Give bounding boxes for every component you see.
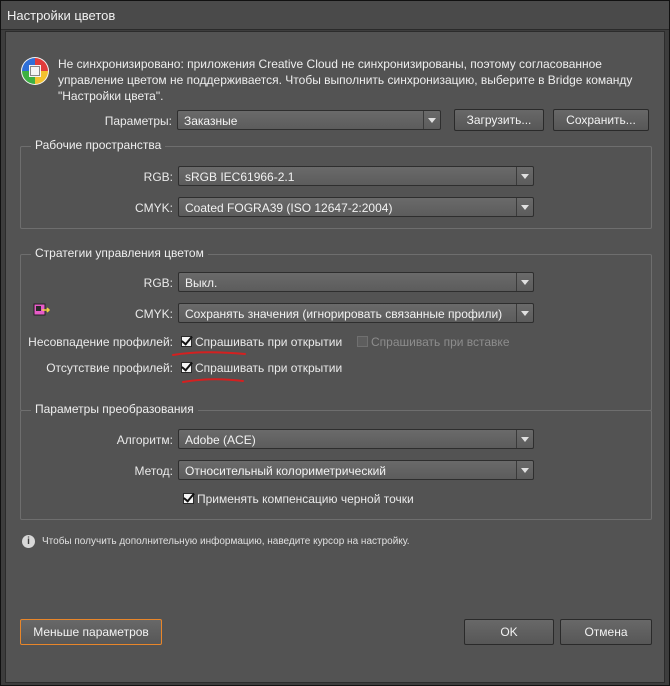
settings-dropdown[interactable]: Заказные <box>177 110 441 130</box>
policy-rgb-value: Выкл. <box>185 276 218 290</box>
sync-status-message: Не синхронизировано: приложения Creative… <box>58 57 633 103</box>
mismatch-ask-open-checkbox[interactable] <box>181 336 192 347</box>
info-icon: i <box>22 535 35 548</box>
policy-cmyk-label: CMYK: <box>134 307 173 321</box>
engine-value: Adobe (ACE) <box>185 433 256 447</box>
ws-rgb-dropdown[interactable]: sRGB IEC61966-2.1 <box>178 166 534 186</box>
load-button[interactable]: Загрузить... <box>454 109 544 131</box>
conversion-title: Параметры преобразования <box>31 402 198 416</box>
working-spaces-title: Рабочие пространства <box>31 138 166 152</box>
engine-label: Алгоритм: <box>116 433 173 447</box>
chevron-down-icon <box>516 430 533 448</box>
save-button[interactable]: Сохранить... <box>553 109 649 131</box>
ws-cmyk-dropdown[interactable]: Coated FOGRA39 (ISO 12647-2:2004) <box>178 197 534 217</box>
intent-value: Относительный колориметрический <box>185 464 386 478</box>
ws-cmyk-label: CMYK: <box>134 201 173 215</box>
settings-value: Заказные <box>184 114 238 128</box>
ws-rgb-value: sRGB IEC61966-2.1 <box>185 170 295 184</box>
chevron-down-icon <box>423 111 440 129</box>
settings-label: Параметры: <box>104 114 172 128</box>
color-settings-dialog: Настройки цветов Не синхронизировано: пр… <box>0 0 670 686</box>
chevron-down-icon <box>516 304 533 322</box>
window-title: Настройки цветов <box>7 8 116 23</box>
ws-cmyk-value: Coated FOGRA39 (ISO 12647-2:2004) <box>185 201 393 215</box>
profile-mismatch-label: Несовпадение профилей: <box>28 335 173 349</box>
mismatch-ask-paste-label[interactable]: Спрашивать при вставке <box>371 335 510 349</box>
policy-rgb-dropdown[interactable]: Выкл. <box>178 272 534 292</box>
chevron-down-icon <box>516 167 533 185</box>
conversion-group: Параметры преобразования Алгоритм: Adobe… <box>20 402 652 520</box>
chevron-down-icon <box>516 198 533 216</box>
ok-button[interactable]: OK <box>464 619 554 645</box>
title-bar[interactable]: Настройки цветов <box>1 1 669 30</box>
intent-dropdown[interactable]: Относительный колориметрический <box>178 460 534 480</box>
policy-cmyk-value: Сохранять значения (игнорировать связанн… <box>185 307 503 321</box>
working-spaces-group: Рабочие пространства RGB: sRGB IEC61966-… <box>20 138 652 229</box>
policies-title: Стратегии управления цветом <box>31 246 208 260</box>
policies-group: Стратегии управления цветом RGB: Выкл. C… <box>20 246 652 411</box>
mismatch-ask-open-label[interactable]: Спрашивать при открытии <box>195 335 342 349</box>
chevron-down-icon <box>516 461 533 479</box>
policy-cmyk-dropdown[interactable]: Сохранять значения (игнорировать связанн… <box>178 303 534 323</box>
chevron-down-icon <box>516 273 533 291</box>
color-sync-icon <box>21 57 49 85</box>
black-point-compensation-label[interactable]: Применять компенсацию черной точки <box>197 492 414 506</box>
warning-icon <box>33 303 51 316</box>
policy-rgb-label: RGB: <box>143 276 173 290</box>
fewer-options-button[interactable]: Меньше параметров <box>20 619 162 645</box>
mismatch-ask-paste-checkbox[interactable] <box>357 336 368 347</box>
missing-profiles-label: Отсутствие профилей: <box>46 361 173 375</box>
info-hint-text: Чтобы получить дополнительную информацию… <box>42 536 410 547</box>
engine-dropdown[interactable]: Adobe (ACE) <box>178 429 534 449</box>
intent-label: Метод: <box>134 464 173 478</box>
black-point-compensation-checkbox[interactable] <box>183 493 194 504</box>
red-underline-annotation <box>172 351 246 383</box>
dialog-content: Не синхронизировано: приложения Creative… <box>5 31 665 683</box>
cancel-button[interactable]: Отмена <box>560 619 652 645</box>
ws-rgb-label: RGB: <box>143 170 173 184</box>
